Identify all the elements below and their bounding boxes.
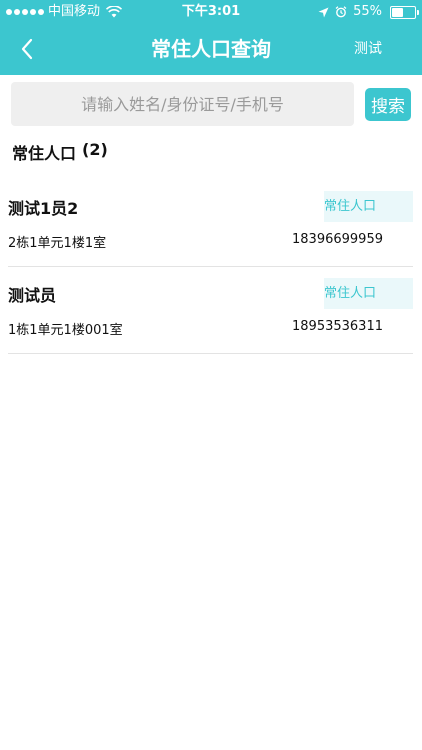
nav-right-button[interactable]: 测试 [354,24,382,75]
battery-percent: 55% [353,4,382,19]
list-item[interactable]: 测试1员2 常住人口 2栋1单元1楼1室 18396699959 [8,180,413,267]
resident-phone: 18953536311 [292,319,383,334]
resident-address: 2栋1单元1楼1室 [8,236,107,251]
resident-type-label: 常住人口 [324,199,377,214]
status-right: 55% [318,0,419,24]
resident-name: 测试员 [8,286,57,305]
status-bar: 中国移动 下午3:01 55% [0,0,422,24]
back-button[interactable] [12,34,42,64]
section-header: 常住人口 (2) [12,140,108,164]
battery-icon [390,5,419,19]
location-arrow-icon [318,7,329,17]
battery-fill [392,7,404,17]
resident-phone: 18396699959 [292,232,383,247]
search-button[interactable]: 搜索 [365,88,411,121]
alarm-clock-icon [335,6,347,18]
resident-name: 测试1员2 [8,199,79,218]
resident-list: 测试1员2 常住人口 2栋1单元1楼1室 18396699959 测试员 常住人… [8,180,413,354]
search-input[interactable] [11,82,354,126]
resident-type-badge: 常住人口 [324,191,413,222]
list-item[interactable]: 测试员 常住人口 1栋1单元1楼001室 18953536311 [8,267,413,354]
chevron-left-icon [21,38,33,60]
resident-address: 1栋1单元1楼001室 [8,323,123,338]
resident-type-label: 常住人口 [324,286,377,301]
navigation-bar: 常住人口查询 测试 [0,24,422,75]
section-count: (2) [82,140,108,159]
resident-type-badge: 常住人口 [324,278,413,309]
section-title: 常住人口 [12,144,77,163]
